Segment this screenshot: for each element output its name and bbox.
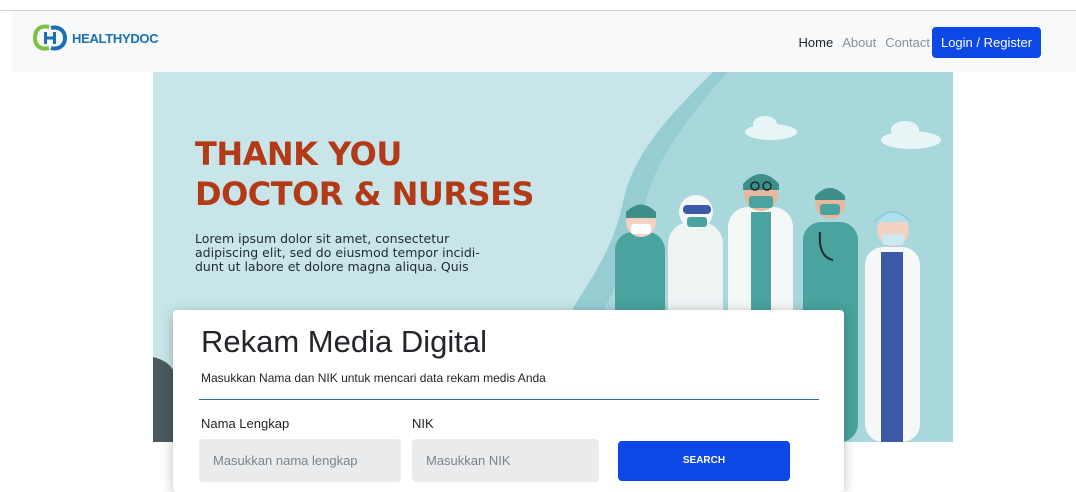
search-card: Rekam Media Digital Masukkan Nama dan NI…	[173, 310, 844, 492]
hero-title-line2: DOCTOR & NURSES	[195, 175, 534, 213]
hero-title-line1: THANK YOU	[195, 135, 402, 173]
nik-input[interactable]: Masukkan NIK	[412, 439, 599, 482]
name-label: Nama Lengkap	[201, 416, 290, 431]
name-input[interactable]: Masukkan nama lengkap	[199, 439, 401, 482]
login-register-button[interactable]: Login / Register	[932, 27, 1041, 58]
search-button[interactable]: SEARCH	[618, 441, 790, 481]
hero-title: THANK YOU DOCTOR & NURSES	[195, 134, 534, 214]
navbar: HEALTHYDOC Home About Contact Login / Re…	[12, 11, 1076, 72]
healthydoc-logo-icon	[32, 24, 68, 51]
nav-links: Home About Contact	[799, 35, 930, 50]
hero-text-line1: Lorem ipsum dolor sit amet, consectetur	[195, 231, 450, 246]
brand[interactable]: HEALTHYDOC	[32, 23, 159, 53]
divider	[199, 399, 819, 400]
nav-about[interactable]: About	[842, 35, 876, 50]
brand-name: HEALTHYDOC	[72, 30, 159, 46]
search-card-title: Rekam Media Digital	[201, 324, 487, 359]
nav-contact[interactable]: Contact	[885, 35, 930, 50]
hero-text-line2: adipiscing elit, sed do eiusmod tempor i…	[195, 245, 480, 260]
nav-home[interactable]: Home	[799, 35, 834, 50]
hero-text-line3: dunt ut labore et dolore magna aliqua. Q…	[195, 259, 469, 274]
nik-label: NIK	[412, 416, 434, 431]
hero-description: Lorem ipsum dolor sit amet, consectetur …	[195, 232, 535, 274]
search-card-subtitle: Masukkan Nama dan NIK untuk mencari data…	[201, 371, 546, 385]
